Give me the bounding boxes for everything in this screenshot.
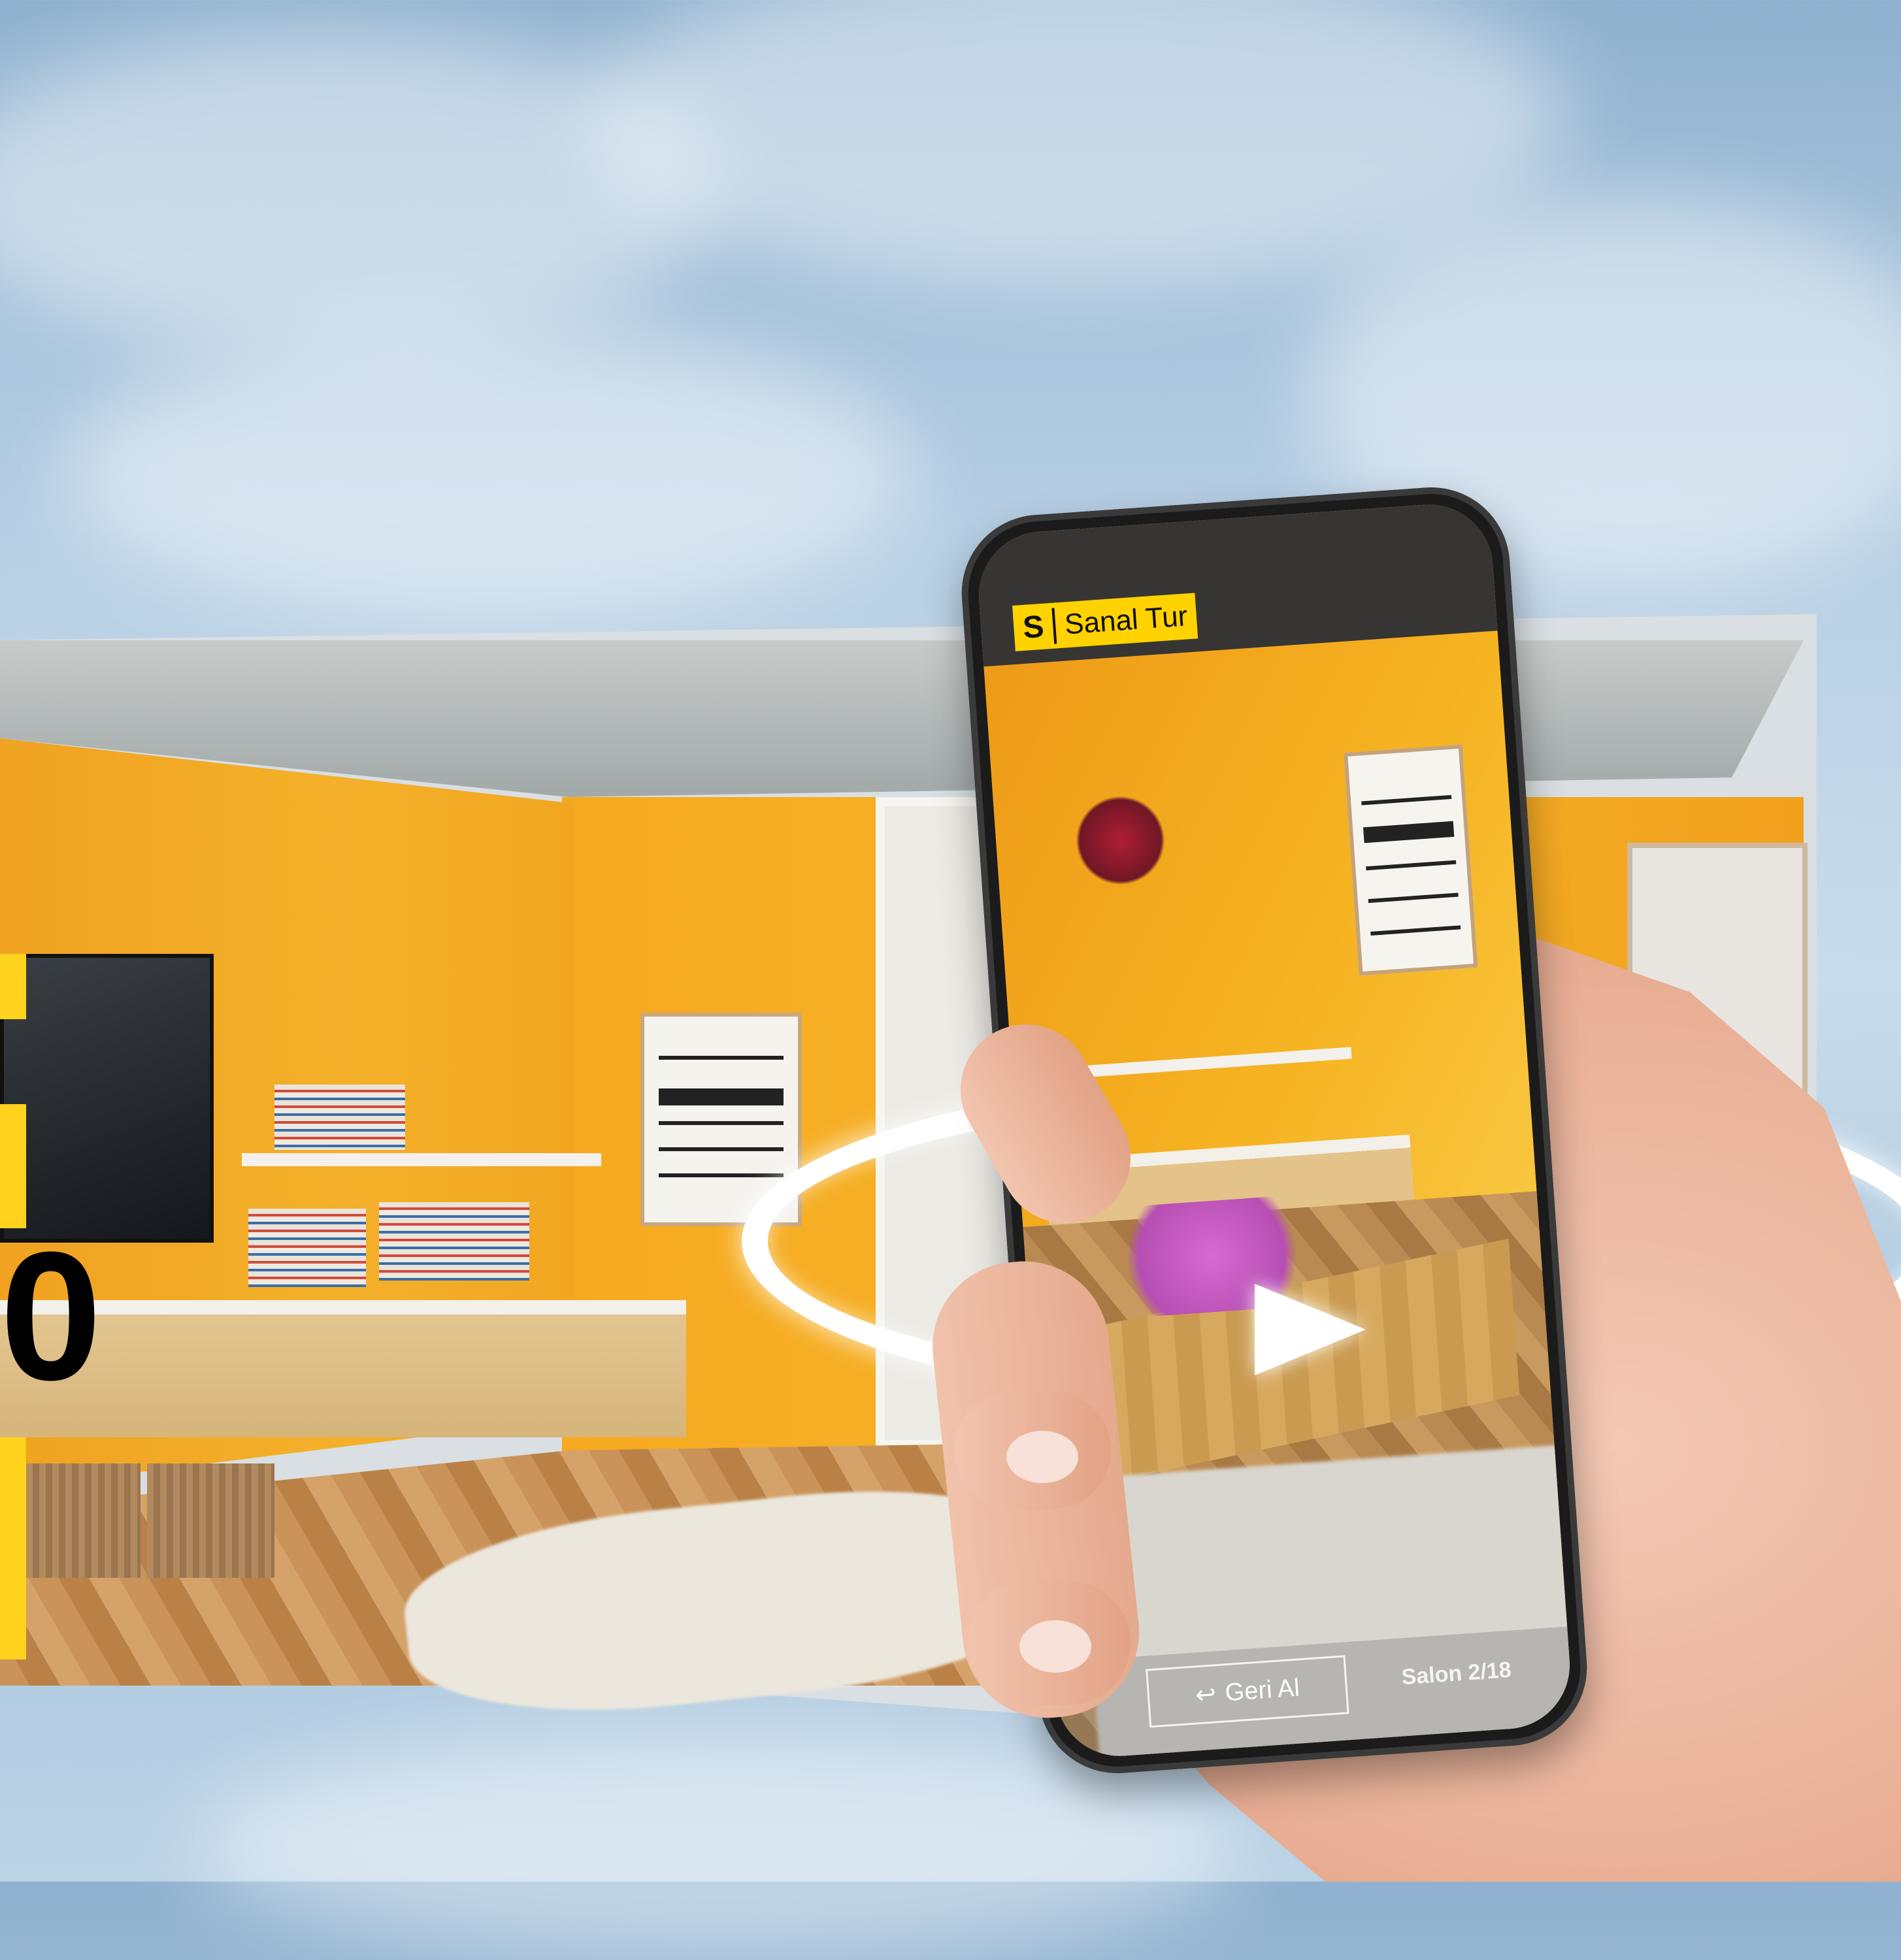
tour-wall-poster — [1343, 744, 1478, 976]
book-stack — [274, 1085, 405, 1150]
room-indicator: Salon 2/18 — [1400, 1657, 1512, 1690]
book-stack — [248, 1209, 366, 1287]
tv-screen — [0, 954, 214, 1243]
rotate-arrow-head — [1255, 1284, 1366, 1375]
undo-button[interactable]: ↩ Geri Al — [1146, 1655, 1349, 1728]
yellow-panel — [0, 1437, 26, 1659]
undo-arrow-icon: ↩ — [1194, 1680, 1217, 1709]
app-logo: S Sanal Tur — [1012, 593, 1198, 651]
undo-button-label: Geri Al — [1224, 1673, 1300, 1707]
storage-basket — [13, 1463, 141, 1578]
flower-vase — [1065, 784, 1176, 896]
logo-letter: S — [1021, 608, 1057, 646]
app-title: Sanal Tur — [1063, 600, 1189, 641]
fingernail — [1006, 1431, 1078, 1483]
yellow-panel — [0, 954, 26, 1019]
cloud — [65, 327, 915, 621]
yellow-panel — [0, 1104, 26, 1228]
promo-number-fragment: 0 — [0, 1228, 102, 1405]
storage-basket — [147, 1463, 274, 1578]
wall-shelf — [242, 1153, 601, 1166]
fingernail — [1019, 1620, 1091, 1673]
book-stack — [379, 1202, 529, 1281]
